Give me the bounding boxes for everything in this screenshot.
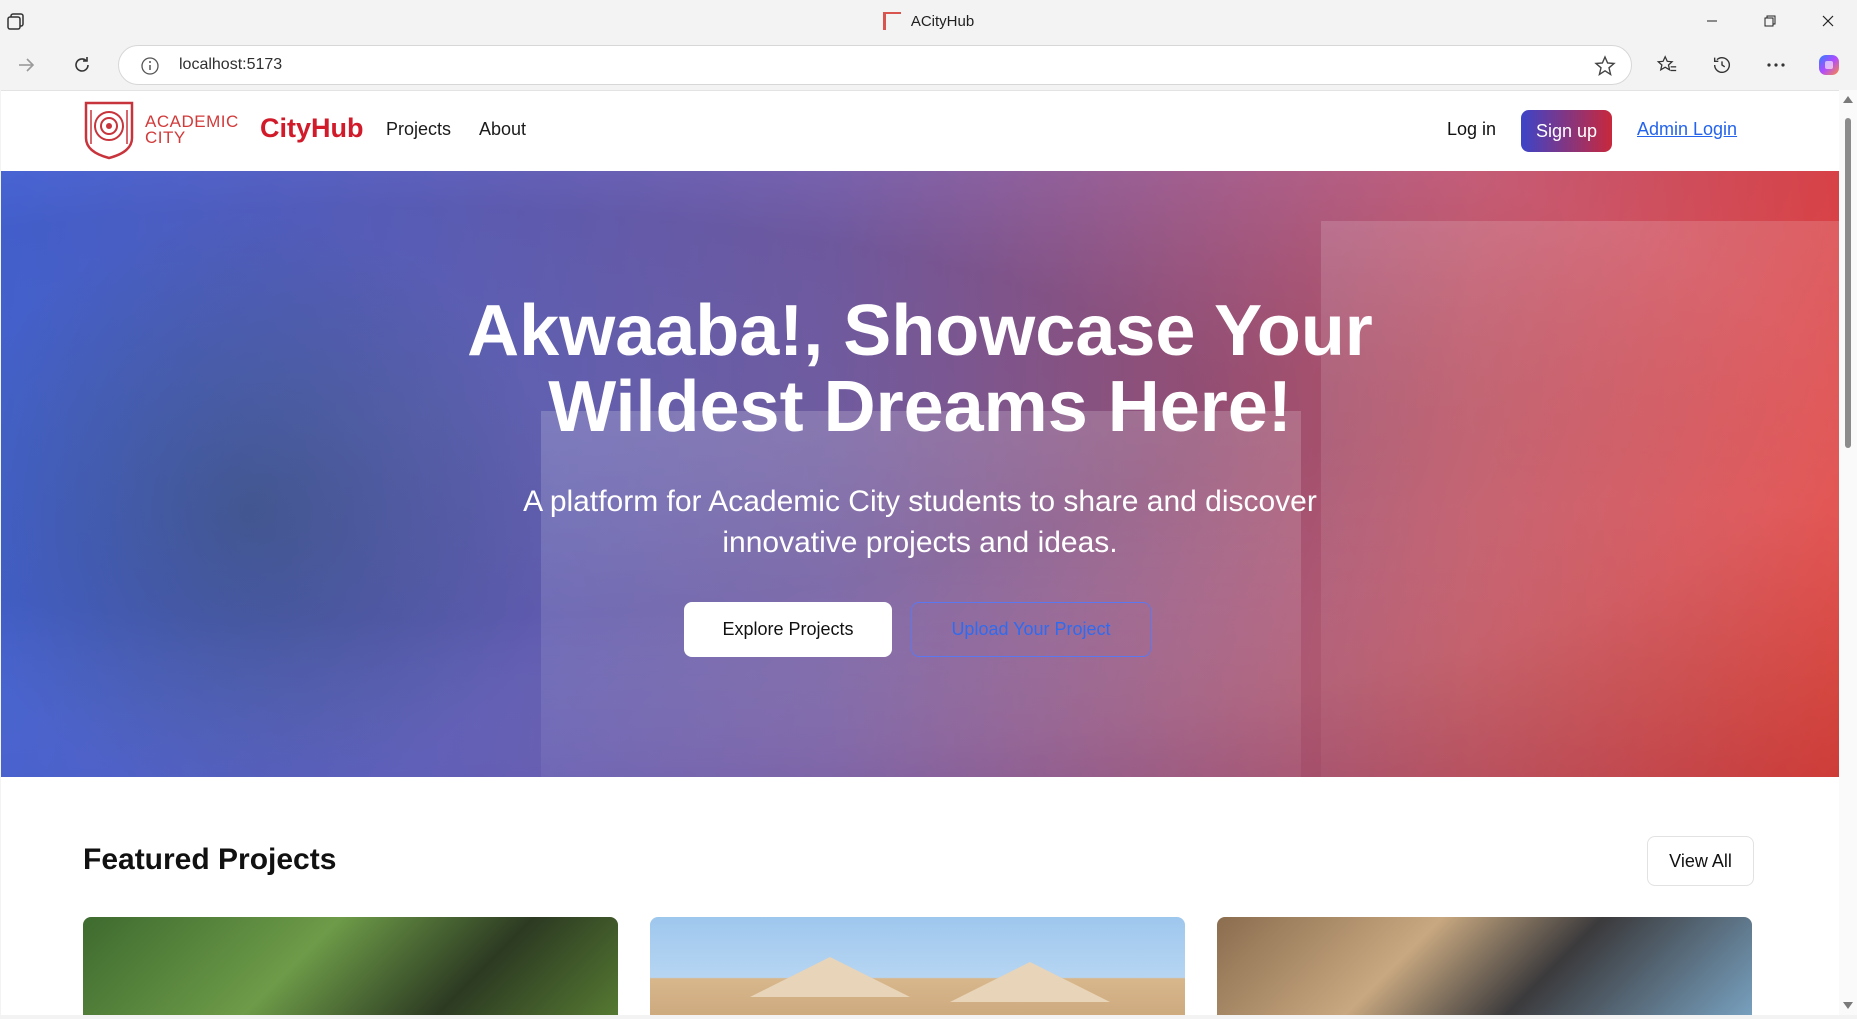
page-scrollbar[interactable] (1839, 90, 1857, 1015)
minimize-icon[interactable] (1683, 0, 1741, 42)
favorites-icon[interactable] (1648, 47, 1686, 83)
card-building-roof (750, 957, 910, 997)
academic-city-crest-icon (84, 101, 134, 160)
view-all-button[interactable]: View All (1647, 836, 1754, 886)
hero-subtitle: A platform for Academic City students to… (1, 481, 1839, 563)
card-building-roof (950, 962, 1110, 1002)
window-title-text: ACityHub (910, 12, 975, 30)
window-titlebar: ACityHub (0, 0, 1857, 42)
hero-subtitle-line2: innovative projects and ideas. (722, 526, 1118, 559)
hero-title: Akwaaba!, Showcase Your Wildest Dreams H… (1, 293, 1839, 445)
featured-projects-heading: Featured Projects (83, 843, 337, 876)
hero-subtitle-line1: A platform for Academic City students to… (523, 485, 1317, 518)
signup-button[interactable]: Sign up (1521, 110, 1612, 152)
page-viewport: ACADEMIC CITY CityHub Projects About Log… (1, 90, 1839, 1015)
scroll-up-arrow-icon[interactable] (1843, 96, 1853, 103)
address-bar[interactable]: localhost:5173 (118, 45, 1632, 85)
project-card-image[interactable] (650, 917, 1185, 1015)
window-controls (1683, 0, 1857, 42)
more-options-icon[interactable] (1757, 47, 1795, 83)
forward-icon[interactable] (8, 47, 44, 83)
hero-title-line2: Wildest Dreams Here! (548, 367, 1292, 447)
restore-icon[interactable] (1741, 0, 1799, 42)
site-info-icon[interactable] (139, 55, 161, 77)
brand-name[interactable]: CityHub (260, 113, 364, 144)
nav-projects[interactable]: Projects (386, 119, 451, 140)
history-icon[interactable] (1703, 47, 1741, 83)
favorite-star-icon[interactable] (1593, 54, 1617, 78)
site-favicon-icon (882, 12, 901, 30)
logo-text: ACADEMIC CITY (145, 113, 239, 147)
url-text[interactable]: localhost:5173 (179, 46, 282, 86)
hero-section: Akwaaba!, Showcase Your Wildest Dreams H… (1, 171, 1839, 777)
refresh-icon[interactable] (64, 47, 100, 83)
hero-background-building (541, 411, 1301, 777)
admin-login-link[interactable]: Admin Login (1637, 119, 1737, 140)
academic-city-logo[interactable]: ACADEMIC CITY (83, 99, 243, 161)
explore-projects-button[interactable]: Explore Projects (684, 602, 892, 657)
browser-toolbar: localhost:5173 (0, 42, 1857, 88)
close-icon[interactable] (1799, 0, 1857, 42)
project-card-image[interactable] (83, 917, 618, 1015)
login-link[interactable]: Log in (1447, 119, 1496, 140)
scrollbar-thumb[interactable] (1845, 118, 1851, 448)
logo-line-city: CITY (145, 128, 186, 147)
window-title: ACityHub (0, 0, 1857, 42)
scroll-down-arrow-icon[interactable] (1843, 1002, 1853, 1009)
upload-project-button[interactable]: Upload Your Project (911, 602, 1151, 657)
project-card-image[interactable] (1217, 917, 1752, 1015)
copilot-icon[interactable] (1810, 47, 1848, 83)
hero-title-line1: Akwaaba!, Showcase Your (467, 291, 1373, 371)
site-header: ACADEMIC CITY CityHub Projects About Log… (1, 91, 1839, 171)
nav-about[interactable]: About (479, 119, 526, 140)
